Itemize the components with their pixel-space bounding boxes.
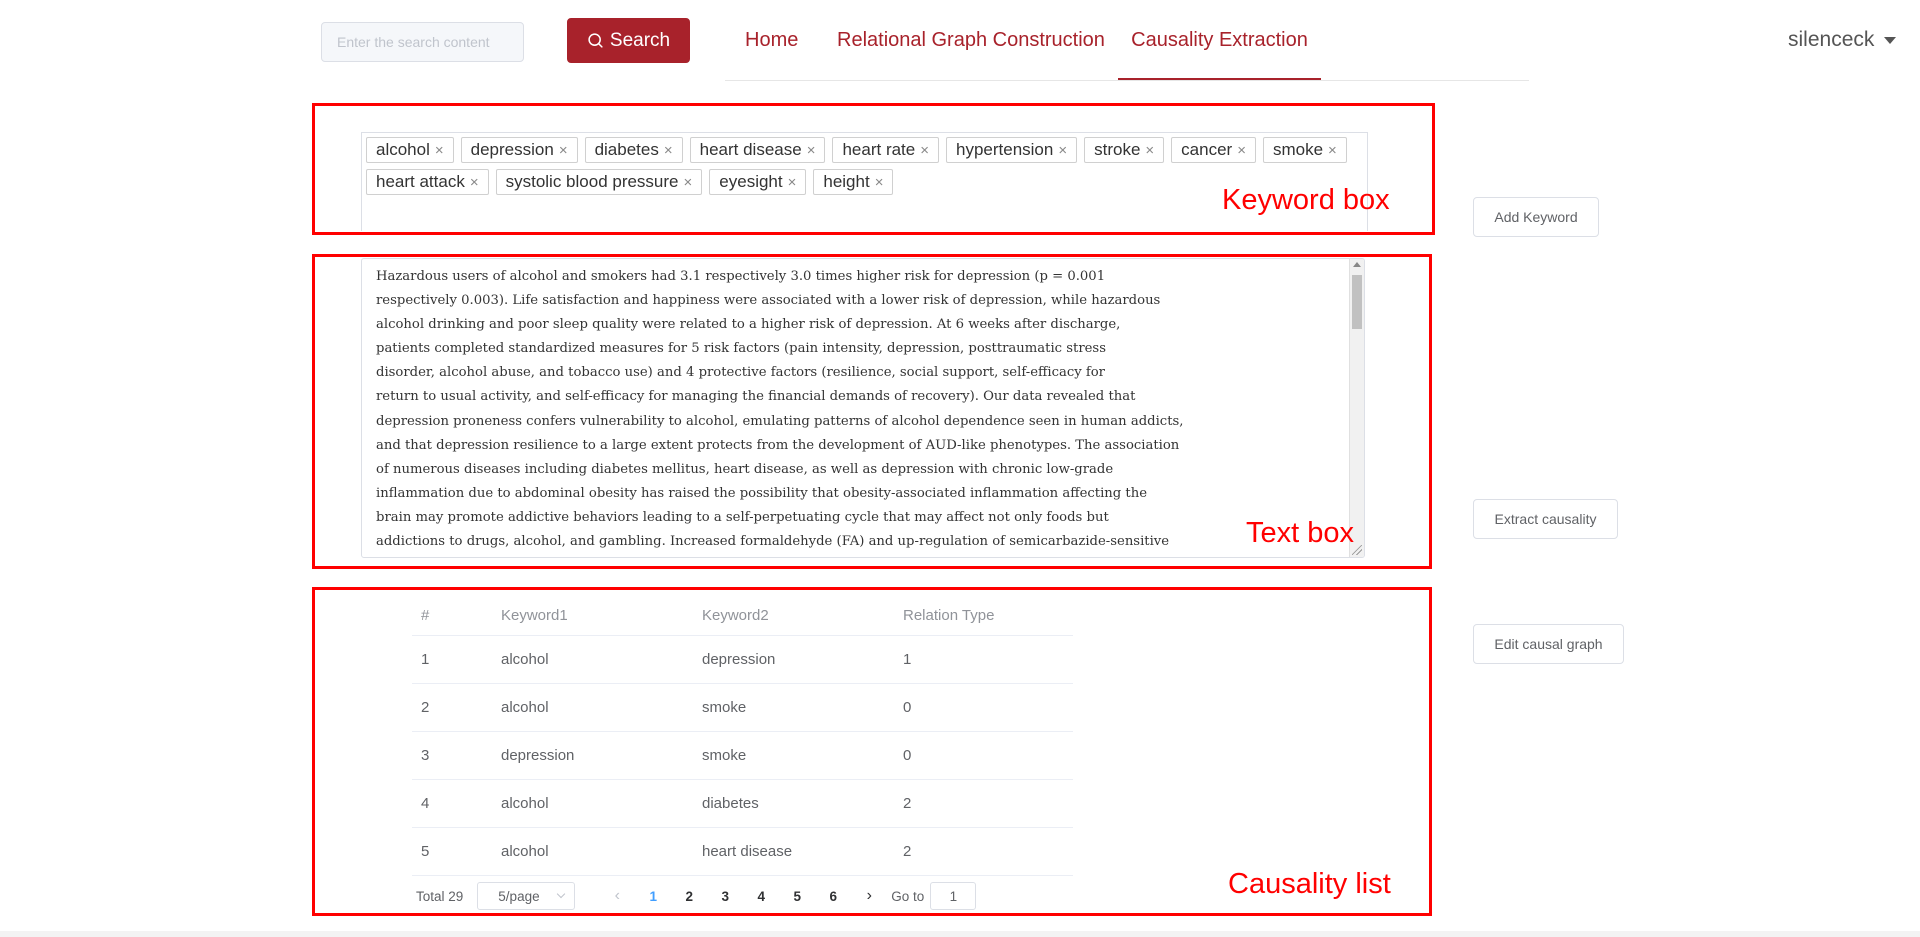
text-box-annotation: Text box	[1246, 517, 1354, 549]
keyword-box-annotation: Keyword box	[1222, 184, 1390, 216]
caret-down-icon	[1884, 36, 1897, 44]
bottom-strip	[0, 931, 1920, 937]
search-icon	[588, 33, 603, 48]
username: silenceck	[1788, 28, 1875, 51]
add-keyword-button[interactable]: Add Keyword	[1473, 197, 1599, 237]
edit-causal-graph-button[interactable]: Edit causal graph	[1473, 624, 1624, 664]
nav-home[interactable]: Home	[745, 0, 798, 80]
nav-relational-graph-construction[interactable]: Relational Graph Construction	[837, 0, 1105, 80]
user-menu[interactable]: silenceck	[1788, 28, 1897, 52]
search-button[interactable]: Search	[567, 18, 690, 63]
causality-list-frame	[312, 587, 1432, 916]
nav-causality-extraction[interactable]: Causality Extraction	[1118, 0, 1321, 80]
extract-causality-button[interactable]: Extract causality	[1473, 499, 1618, 539]
search-input[interactable]	[321, 22, 524, 62]
causality-list-annotation: Causality list	[1228, 868, 1391, 900]
top-nav: Home Relational Graph Construction Causa…	[725, 0, 1529, 81]
search-button-label: Search	[609, 29, 671, 51]
